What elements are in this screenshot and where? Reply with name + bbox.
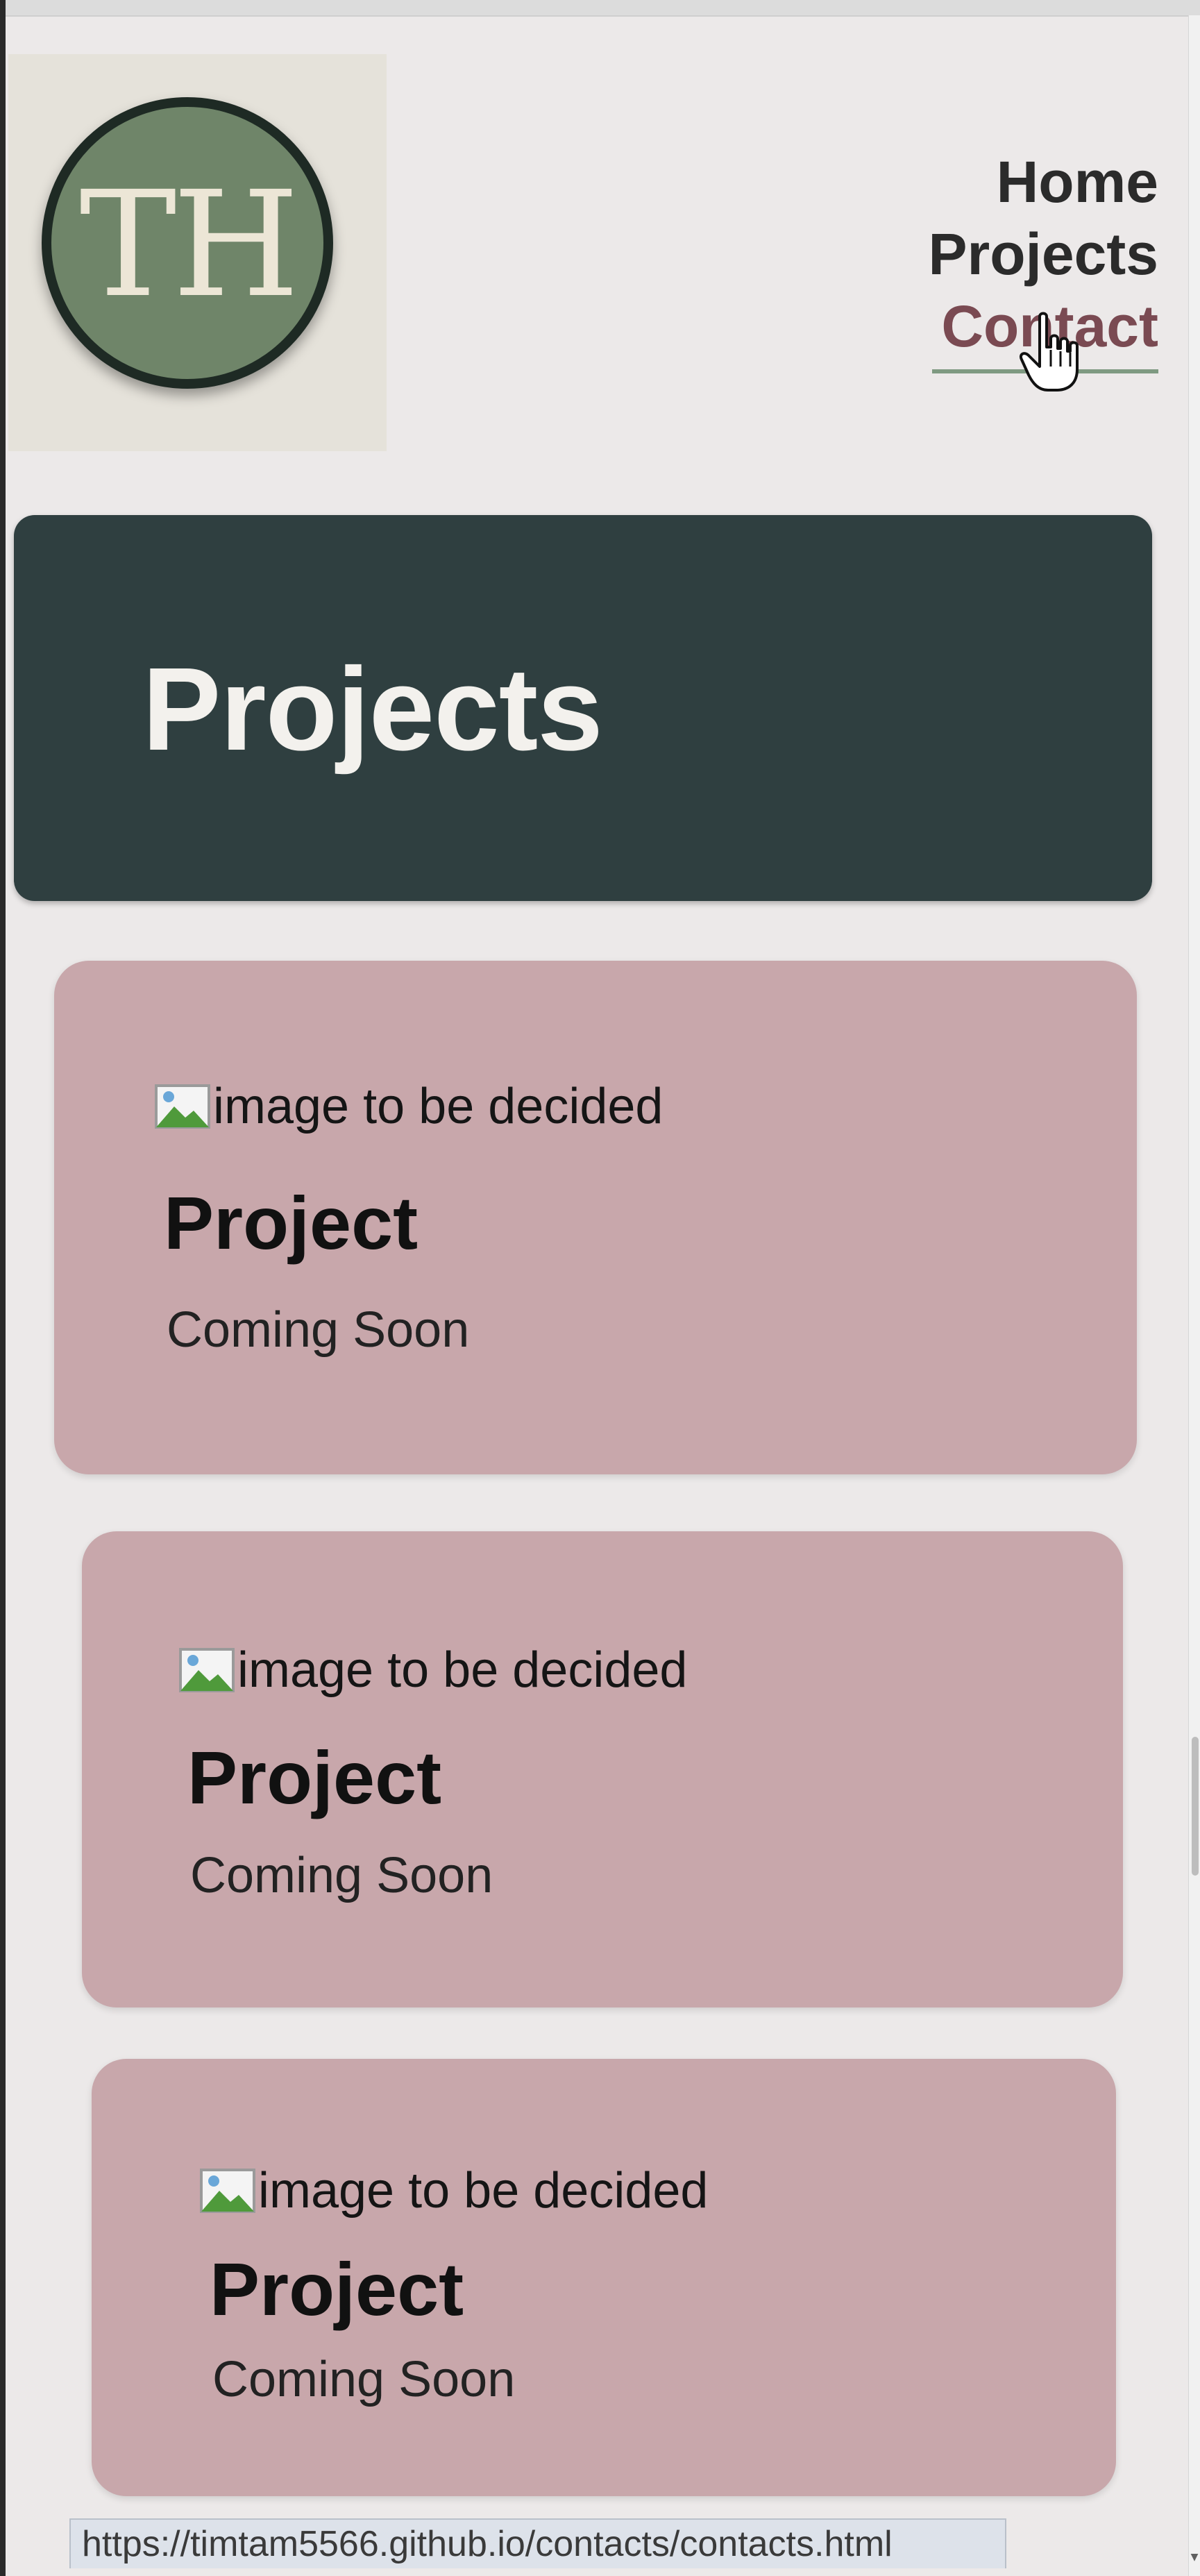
nav-link-projects[interactable]: Projects: [867, 218, 1159, 290]
project-card[interactable]: image to be decided Project Coming Soon: [82, 1531, 1123, 2007]
browser-viewport: TH Home Projects Contact Projects image …: [0, 0, 1200, 2576]
scroll-down-arrow-icon[interactable]: ▼: [1190, 2552, 1199, 2562]
project-subtitle: Coming Soon: [190, 1848, 493, 1903]
project-card[interactable]: image to be decided Project Coming Soon: [92, 2059, 1116, 2496]
projects-banner: Projects: [14, 515, 1152, 901]
hand-pointer-icon: [1020, 312, 1079, 392]
broken-image-icon: [155, 1084, 210, 1129]
project-image: image to be decided: [200, 2163, 708, 2219]
logo-text: TH: [79, 160, 299, 330]
project-image-alt: image to be decided: [237, 1642, 688, 1698]
project-card[interactable]: image to be decided Project Coming Soon: [54, 961, 1137, 1474]
project-image: image to be decided: [155, 1079, 663, 1134]
broken-image-icon: [200, 2169, 255, 2213]
project-image: image to be decided: [179, 1642, 687, 1698]
monitor-bezel: [0, 0, 6, 2576]
nav-link-contact[interactable]: Contact: [867, 290, 1158, 362]
page-title: Projects: [142, 643, 603, 775]
project-subtitle: Coming Soon: [212, 2352, 516, 2407]
main-nav: Home Projects Contact: [867, 146, 1159, 362]
link-status-bar: https://timtam5566.github.io/contacts/co…: [69, 2518, 1006, 2568]
project-image-alt: image to be decided: [213, 1079, 664, 1134]
nav-link-home[interactable]: Home: [867, 146, 1158, 218]
scrollbar-thumb[interactable]: [1192, 1737, 1199, 1876]
project-title: Project: [210, 2247, 464, 2331]
project-title: Project: [187, 1735, 442, 1819]
project-subtitle: Coming Soon: [167, 1302, 470, 1358]
project-image-alt: image to be decided: [258, 2163, 709, 2219]
broken-image-icon: [179, 1648, 235, 1692]
project-title: Project: [164, 1181, 419, 1265]
vertical-scrollbar[interactable]: ▼: [1188, 15, 1200, 2576]
site-logo[interactable]: TH: [42, 97, 333, 389]
window-top-edge: [0, 0, 1200, 17]
